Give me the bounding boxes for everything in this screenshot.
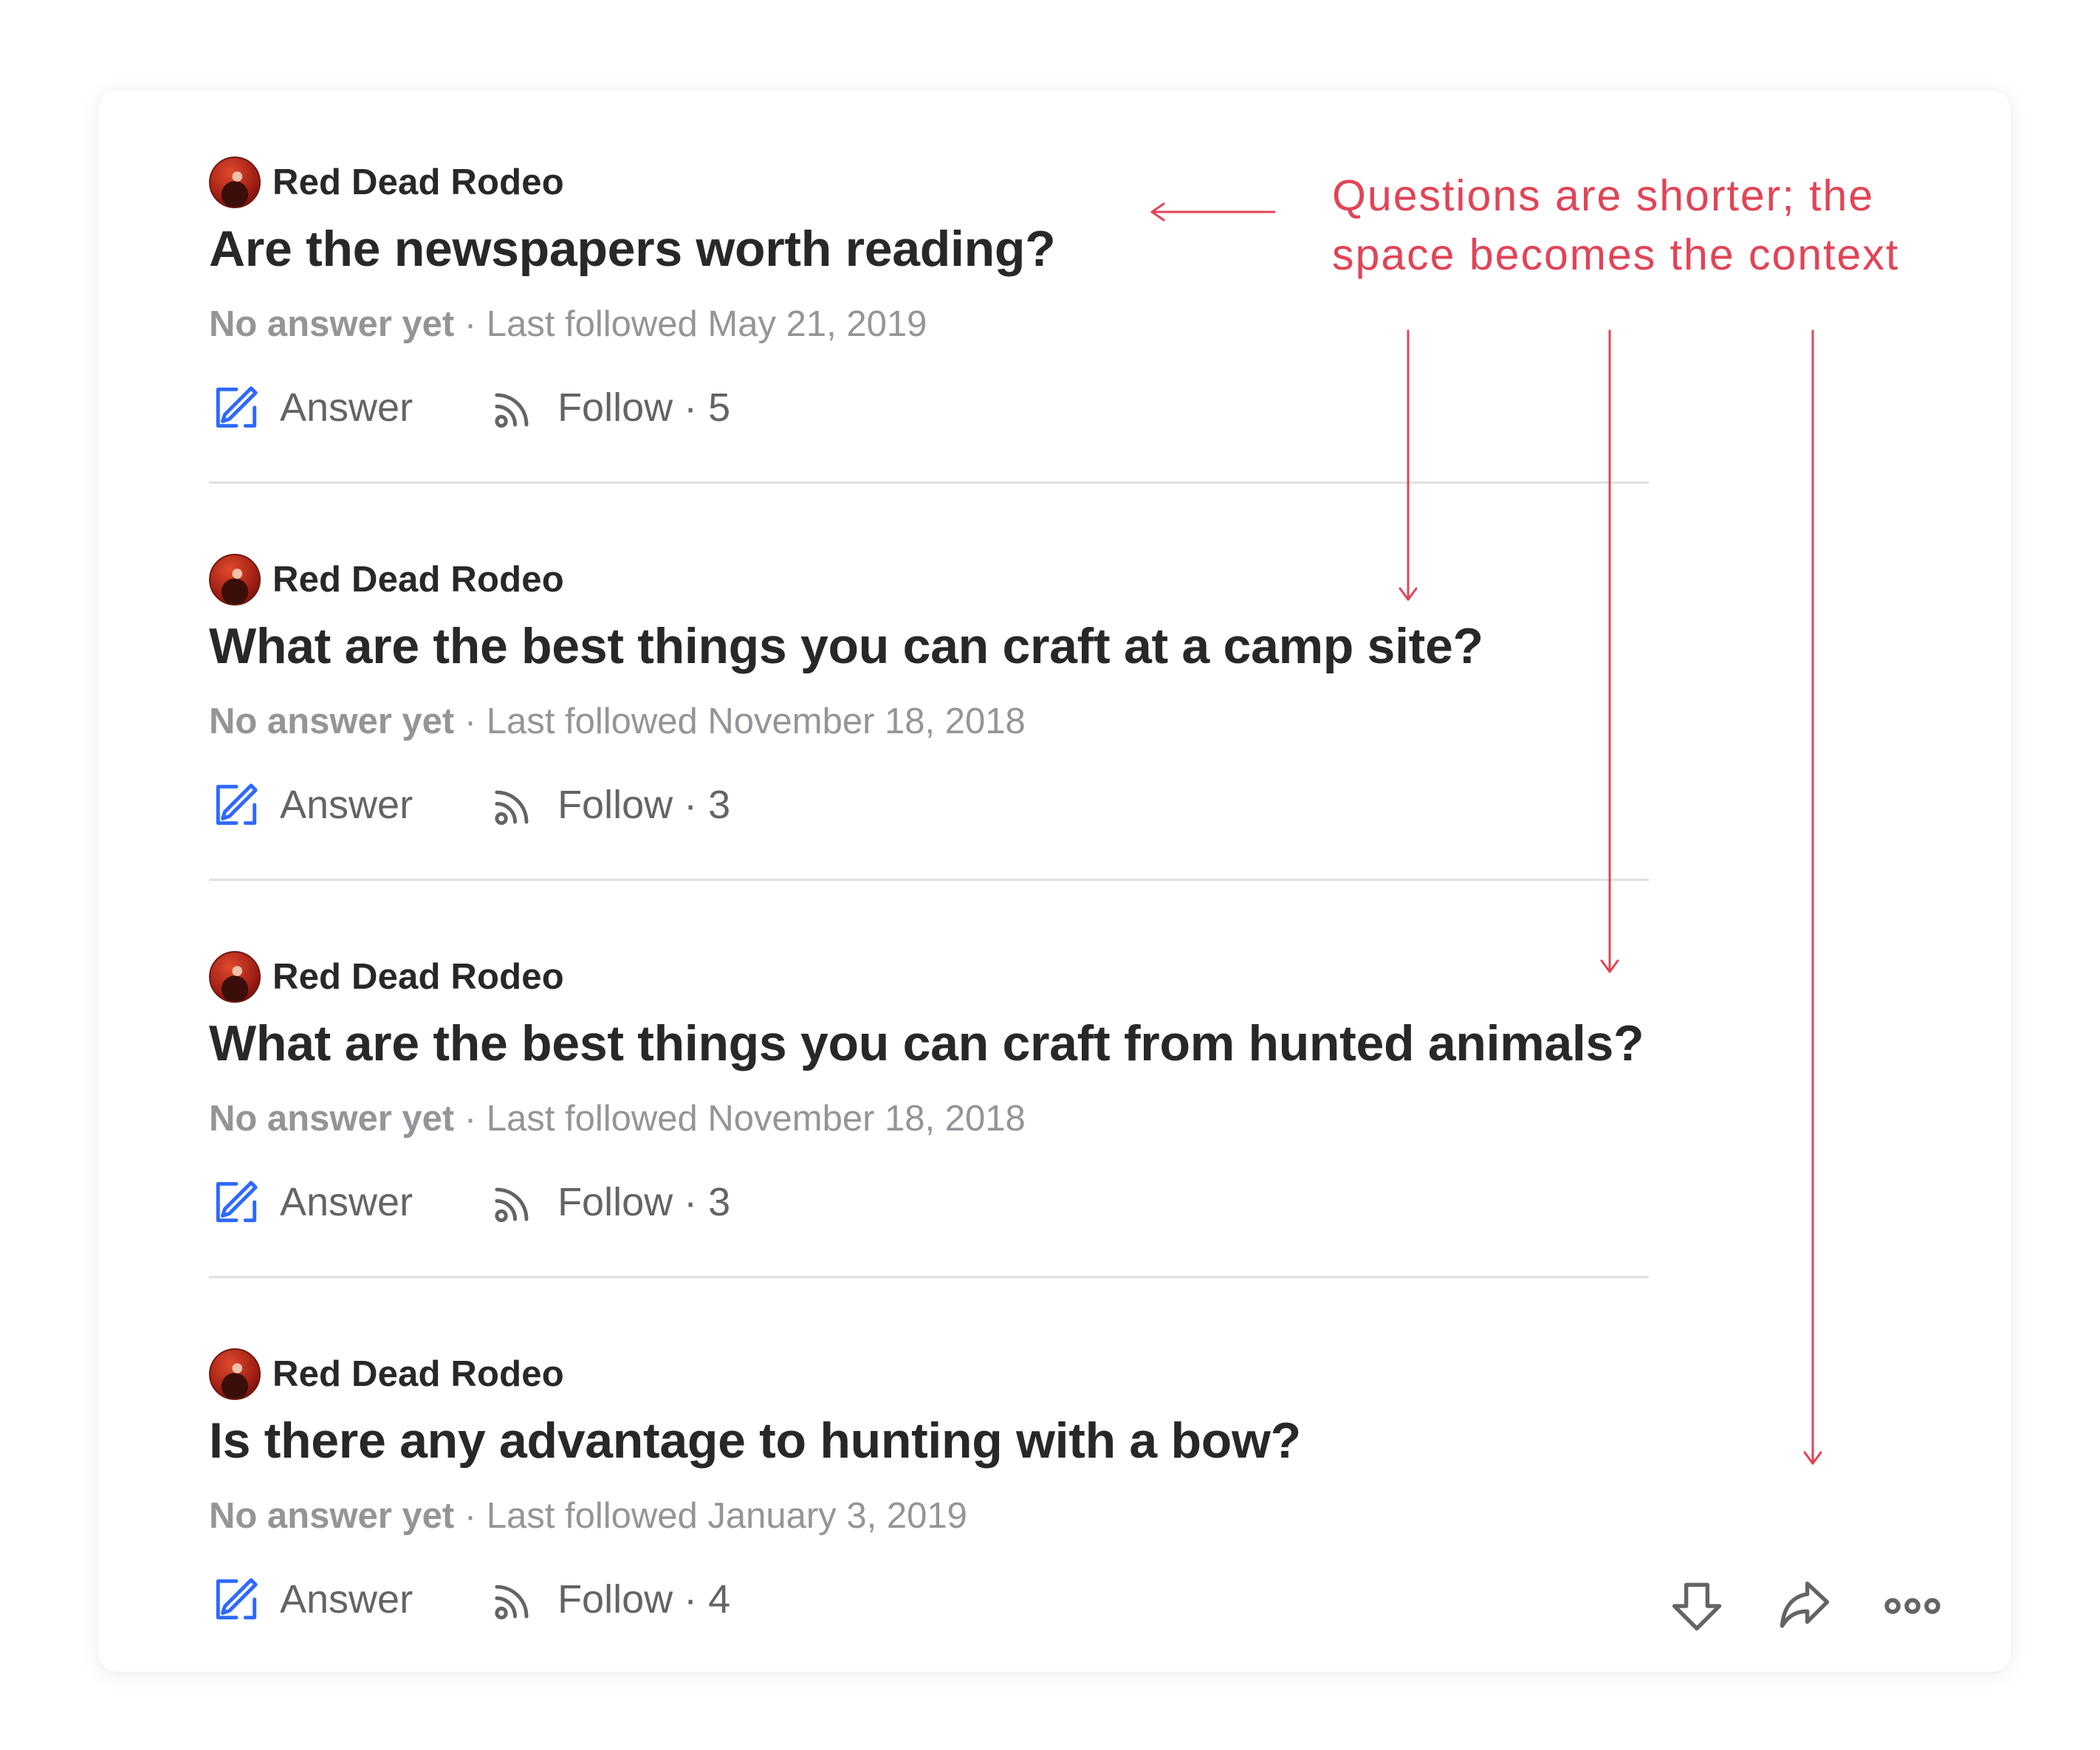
follow-button[interactable]: Follow · 3 [487,778,730,832]
question-meta: No answer yet · Last followed November 1… [209,1094,1649,1143]
divider [209,1276,1649,1278]
answer-button[interactable]: Answer [209,380,413,435]
follow-feed-icon [495,1585,529,1620]
last-followed: · Last followed May 21, 2019 [454,304,927,344]
space-avatar[interactable] [209,1348,261,1400]
question-actions: Answer Follow · 4 [209,1568,1649,1630]
answer-status: No answer yet [209,701,455,741]
space-name[interactable]: Red Dead Rodeo [272,559,564,600]
follow-feed-icon [495,790,529,826]
space-avatar[interactable] [209,951,261,1003]
follow-count: · 5 [673,385,731,430]
follow-label: Follow [557,1180,673,1224]
question-source[interactable]: Red Dead Rodeo [209,1348,1649,1400]
follow-button[interactable]: Follow · 3 [487,1175,730,1229]
answer-status: No answer yet [209,304,455,344]
follow-label: Follow [557,783,673,827]
follow-count: · 3 [673,783,731,827]
question-meta: No answer yet · Last followed January 3,… [209,1492,1649,1540]
follow-label: Follow [557,1577,673,1622]
pencil-icon [216,783,258,826]
pencil-icon [216,1578,258,1620]
answer-button[interactable]: Answer [209,1175,413,1229]
questions-card: Red Dead Rodeo Are the newspapers worth … [98,90,2011,1672]
downvote-icon [1672,1582,1722,1631]
answer-status: No answer yet [209,1496,455,1536]
question-title[interactable]: Is there any advantage to hunting with a… [209,1409,1649,1472]
share-button[interactable] [1773,1574,1836,1638]
downvote-button[interactable] [1665,1574,1729,1638]
pencil-icon [216,386,258,428]
pencil-icon [216,1181,258,1223]
share-icon [1780,1581,1830,1628]
question-item: Red Dead Rodeo What are the best things … [209,554,1649,836]
last-followed: · Last followed November 18, 2018 [454,1099,1026,1139]
space-name[interactable]: Red Dead Rodeo [272,1353,564,1395]
answer-label: Answer [280,1577,414,1622]
follow-count: · 3 [673,1180,731,1224]
answer-status: No answer yet [209,1099,455,1139]
question-source[interactable]: Red Dead Rodeo [209,554,1649,605]
question-meta: No answer yet · Last followed May 21, 20… [209,300,1649,349]
action-tray [1665,1574,1944,1638]
follow-button[interactable]: Follow · 5 [487,380,730,435]
space-avatar[interactable] [209,157,261,208]
question-actions: Answer Follow · 5 [209,377,1649,439]
follow-label: Follow [557,385,673,430]
question-actions: Answer Follow · 3 [209,1171,1649,1233]
follow-button[interactable]: Follow · 4 [487,1572,730,1627]
question-meta: No answer yet · Last followed November 1… [209,697,1649,746]
more-button[interactable] [1881,1574,1944,1638]
answer-label: Answer [280,1180,414,1224]
question-title[interactable]: What are the best things you can craft f… [209,1012,1649,1075]
divider [209,879,1649,881]
follow-count: · 4 [673,1577,731,1622]
question-title[interactable]: What are the best things you can craft a… [209,614,1649,678]
divider [209,481,1649,484]
annotation-note: Questions are shorter; the space becomes… [1332,166,1997,284]
answer-label: Answer [280,385,414,430]
space-name[interactable]: Red Dead Rodeo [272,162,564,203]
space-avatar[interactable] [209,554,261,605]
follow-feed-icon [495,393,529,428]
screenshot-stage: Red Dead Rodeo Are the newspapers worth … [0,0,2100,1750]
last-followed: · Last followed November 18, 2018 [454,701,1026,741]
answer-label: Answer [280,783,414,827]
question-actions: Answer Follow · 3 [209,774,1649,836]
answer-button[interactable]: Answer [209,1572,413,1627]
question-source[interactable]: Red Dead Rodeo [209,951,1649,1003]
follow-feed-icon [495,1187,529,1223]
question-item: Red Dead Rodeo What are the best things … [209,951,1649,1233]
annotation-line: space becomes the context [1332,230,1900,279]
answer-button[interactable]: Answer [209,778,413,832]
more-icon [1884,1598,1941,1614]
question-item: Red Dead Rodeo Is there any advantage to… [209,1348,1649,1630]
space-name[interactable]: Red Dead Rodeo [272,956,564,998]
last-followed: · Last followed January 3, 2019 [454,1496,967,1536]
annotation-line: Questions are shorter; the [1332,171,1875,220]
